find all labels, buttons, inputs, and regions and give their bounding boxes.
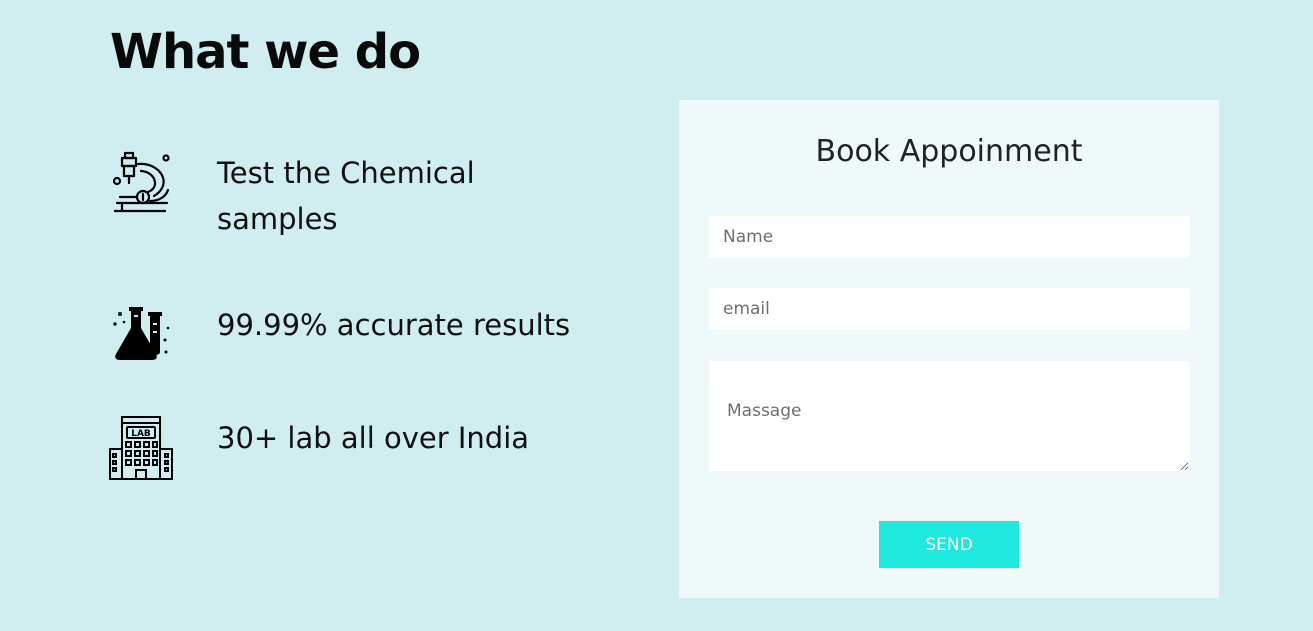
- send-button[interactable]: SEND: [879, 521, 1019, 568]
- lab-building-icon: LAB: [108, 415, 174, 481]
- form-title: Book Appoinment: [815, 134, 1083, 169]
- microscope-icon: [108, 150, 174, 216]
- feature-item-accuracy: 99.99% accurate results: [108, 302, 597, 368]
- email-field[interactable]: [709, 288, 1189, 330]
- section-title: What we do: [110, 24, 421, 80]
- feature-text: Test the Chemical samples: [217, 156, 475, 236]
- feature-text: 30+ lab all over India: [217, 421, 530, 455]
- name-field[interactable]: [709, 216, 1189, 258]
- message-field[interactable]: [709, 361, 1189, 471]
- lab-sign-text: LAB: [131, 429, 151, 439]
- feature-item-labs: LAB 30+ lab all over India: [108, 415, 597, 481]
- appointment-form: Book Appoinment SEND: [679, 100, 1219, 598]
- feature-item-chemical-test: Test the Chemical samples: [108, 150, 597, 242]
- feature-text: 99.99% accurate results: [217, 308, 571, 342]
- lab-flask-icon: [108, 302, 174, 368]
